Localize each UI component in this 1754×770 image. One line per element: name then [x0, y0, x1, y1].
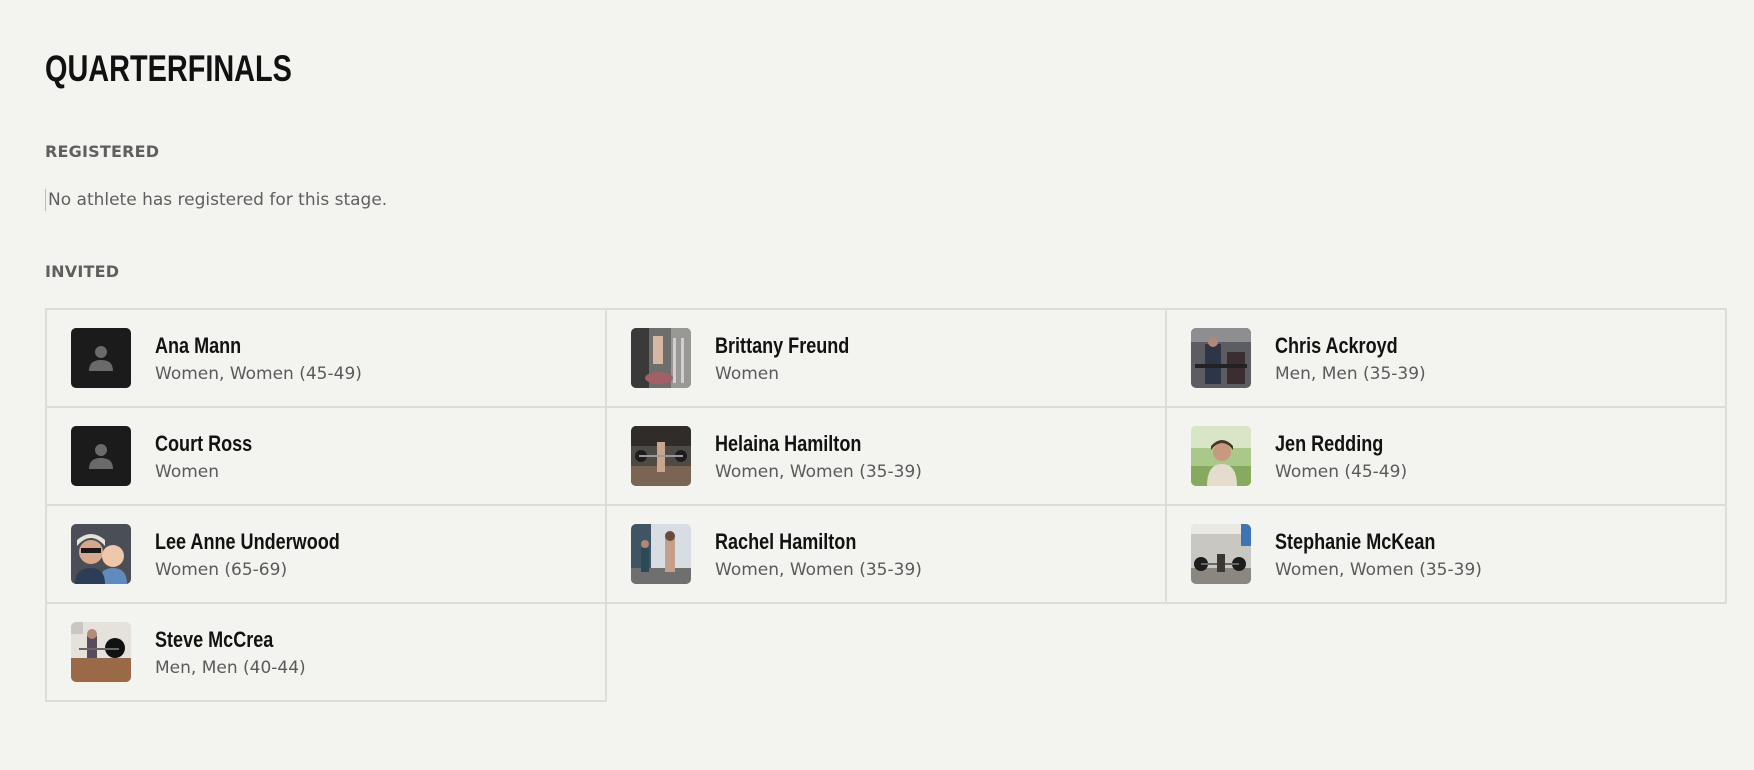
athlete-division: Men, Men (40-44) — [155, 658, 306, 678]
athlete-card[interactable]: Rachel Hamilton Women, Women (35-39) — [605, 504, 1167, 604]
athlete-photo — [1191, 524, 1251, 584]
athlete-division: Women (45-49) — [1275, 462, 1408, 482]
athlete-division: Women (65-69) — [155, 560, 288, 580]
athlete-card[interactable]: Steve McCrea Men, Men (40-44) — [45, 602, 607, 702]
athlete-name[interactable]: Court Ross — [155, 430, 252, 458]
athlete-card[interactable]: Lee Anne Underwood Women (65-69) — [45, 504, 607, 604]
athlete-card[interactable]: Brittany Freund Women — [605, 308, 1167, 408]
registered-heading: REGISTERED — [45, 142, 160, 161]
athlete-name[interactable]: Brittany Freund — [715, 332, 849, 360]
athlete-photo — [631, 328, 691, 388]
athlete-card[interactable]: Chris Ackroyd Men, Men (35-39) — [1165, 308, 1727, 408]
athlete-name[interactable]: Stephanie McKean — [1275, 528, 1445, 556]
athlete-name[interactable]: Ana Mann — [155, 332, 325, 360]
athlete-name[interactable]: Helaina Hamilton — [715, 430, 885, 458]
stage-page: QUARTERFINALS REGISTERED No athlete has … — [0, 0, 1754, 770]
athlete-card[interactable]: Jen Redding Women (45-49) — [1165, 406, 1727, 506]
default-avatar-icon — [71, 426, 131, 486]
default-avatar-icon — [71, 328, 131, 388]
athlete-name[interactable]: Lee Anne Underwood — [155, 528, 340, 556]
athlete-name[interactable]: Rachel Hamilton — [715, 528, 885, 556]
athlete-name[interactable]: Chris Ackroyd — [1275, 332, 1399, 360]
athlete-name[interactable]: Steve McCrea — [155, 626, 279, 654]
athlete-division: Women, Women (35-39) — [1275, 560, 1482, 580]
athlete-photo — [1191, 426, 1251, 486]
athlete-photo — [631, 524, 691, 584]
page-title: QUARTERFINALS — [45, 48, 292, 89]
athlete-card[interactable]: Court Ross Women — [45, 406, 607, 506]
athlete-division: Women — [715, 364, 780, 384]
athlete-photo — [71, 524, 131, 584]
athlete-card[interactable]: Helaina Hamilton Women, Women (35-39) — [605, 406, 1167, 506]
invited-heading: INVITED — [45, 262, 120, 281]
athlete-division: Women, Women (35-39) — [715, 560, 922, 580]
athlete-card[interactable]: Stephanie McKean Women, Women (35-39) — [1165, 504, 1727, 604]
athlete-division: Women — [155, 462, 220, 482]
athlete-photo — [1191, 328, 1251, 388]
athlete-photo — [71, 622, 131, 682]
athlete-card[interactable]: Ana Mann Women, Women (45-49) — [45, 308, 607, 408]
athlete-photo — [631, 426, 691, 486]
athlete-division: Women, Women (45-49) — [155, 364, 362, 384]
athlete-name[interactable]: Jen Redding — [1275, 430, 1383, 458]
invited-athlete-grid: Ana Mann Women, Women (45-49) Brittany F… — [45, 308, 1727, 702]
athlete-division: Women, Women (35-39) — [715, 462, 922, 482]
athlete-division: Men, Men (35-39) — [1275, 364, 1426, 384]
registered-empty-message: No athlete has registered for this stage… — [45, 189, 387, 211]
